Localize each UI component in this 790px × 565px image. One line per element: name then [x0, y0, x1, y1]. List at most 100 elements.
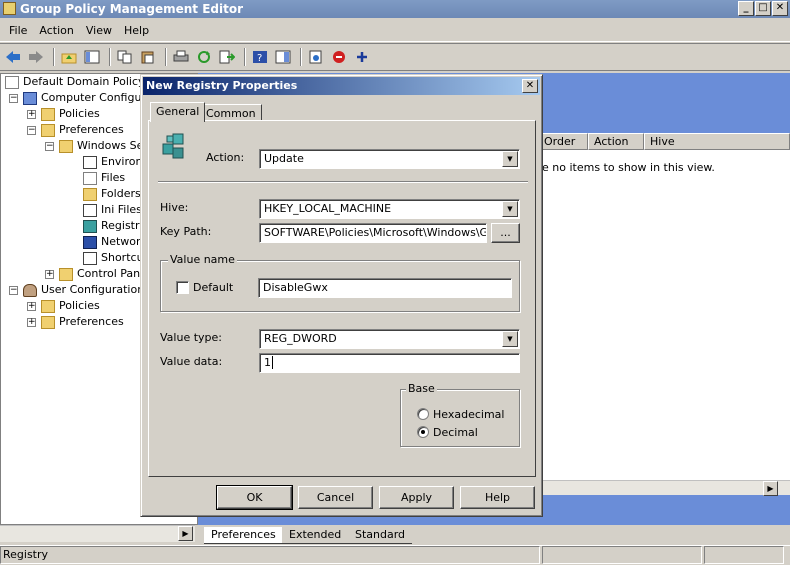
copy-icon[interactable] [115, 47, 135, 67]
dropdown-arrow-icon[interactable]: ▼ [502, 201, 518, 217]
list-view[interactable] [538, 133, 790, 495]
toolbar-separator [244, 48, 246, 66]
tree-node-files[interactable]: Files [83, 170, 125, 186]
dropdown-arrow-icon[interactable]: ▼ [502, 151, 518, 167]
add-icon[interactable] [352, 47, 372, 67]
refresh-icon[interactable] [194, 47, 214, 67]
collapse-toggle-icon[interactable]: − [27, 125, 36, 135]
decimal-radio[interactable] [417, 426, 429, 438]
cancel-button[interactable]: Cancel [298, 486, 373, 509]
help-icon[interactable]: ? [250, 47, 270, 67]
hexadecimal-label: Hexadecimal [433, 408, 505, 421]
tab-common[interactable]: Common [200, 104, 262, 121]
tree-node-user-preferences[interactable]: + Preferences [27, 314, 124, 330]
tree-node-network-shares[interactable]: Network [83, 234, 147, 250]
tree-node-user-configuration[interactable]: − User Configuration [9, 282, 144, 298]
tree-node-preferences[interactable]: − Preferences [27, 122, 124, 138]
tab-standard[interactable]: Standard [348, 527, 413, 544]
expand-toggle-icon[interactable]: + [27, 301, 36, 311]
empty-list-message: e no items to show in this view. [542, 161, 715, 174]
files-icon [83, 171, 97, 185]
tree-node-folders[interactable]: Folders [83, 186, 141, 202]
hive-dropdown[interactable]: HKEY_LOCAL_MACHINE ▼ [259, 199, 520, 219]
scroll-right-icon[interactable]: ▶ [178, 526, 193, 541]
browse-key-path-button[interactable]: ... [491, 223, 520, 243]
tree-label: Folders [101, 187, 141, 200]
user-icon [23, 283, 37, 297]
value-type-dropdown[interactable]: REG_DWORD ▼ [259, 329, 520, 349]
close-button[interactable]: ✕ [772, 1, 788, 16]
tree-node-registry[interactable]: Registry [83, 218, 146, 234]
svg-text:?: ? [257, 53, 262, 64]
menu-file[interactable]: File [3, 24, 33, 37]
hexadecimal-radio[interactable] [417, 408, 429, 420]
export-list-icon[interactable] [217, 47, 237, 67]
policy-scroll-icon [5, 75, 19, 89]
registry-icon [83, 219, 97, 233]
collapse-toggle-icon[interactable]: − [9, 93, 18, 103]
expand-toggle-icon[interactable]: + [27, 109, 36, 119]
menu-help[interactable]: Help [118, 24, 155, 37]
folder-icon [41, 315, 55, 329]
column-hive[interactable]: Hive [644, 133, 790, 150]
collapse-toggle-icon[interactable]: − [45, 141, 54, 151]
folder-icon [41, 107, 55, 121]
print-icon[interactable] [171, 47, 191, 67]
show-pane-icon[interactable] [273, 47, 293, 67]
toolbar-separator [300, 48, 302, 66]
forward-arrow-icon[interactable] [26, 47, 46, 67]
menu-action[interactable]: Action [33, 24, 79, 37]
tree-node-root[interactable]: Default Domain Policy [S [5, 74, 159, 90]
tree-label: Default Domain Policy [S [23, 75, 160, 88]
value-name-input[interactable]: DisableGwx [258, 278, 512, 298]
tree-node-computer-configuration[interactable]: − Computer Configura [9, 90, 153, 106]
paste-icon[interactable] [138, 47, 158, 67]
status-panel [704, 546, 784, 564]
help-button[interactable]: Help [460, 486, 535, 509]
new-registry-properties-dialog: New Registry Properties ✕ General Common… [140, 74, 543, 517]
tab-extended[interactable]: Extended [282, 527, 349, 544]
folder-icon [83, 187, 97, 201]
value-data-input[interactable]: 1 [259, 353, 520, 373]
tree-label: Computer Configura [41, 91, 153, 104]
column-order[interactable]: Order [538, 133, 588, 150]
minimize-button[interactable]: _ [738, 1, 754, 16]
dialog-close-button[interactable]: ✕ [522, 79, 538, 93]
tree-node-shortcuts[interactable]: Shortcut [83, 250, 148, 266]
column-action[interactable]: Action [588, 133, 644, 150]
maximize-button[interactable]: □ [755, 1, 771, 16]
tree-node-user-policies[interactable]: + Policies [27, 298, 100, 314]
back-arrow-icon[interactable] [3, 47, 23, 67]
tree-node-windows-settings[interactable]: − Windows Se [45, 138, 143, 154]
status-panel [542, 546, 702, 564]
tab-general[interactable]: General [150, 102, 206, 122]
value-data-text: 1 [264, 356, 271, 369]
value-type-label: Value type: [160, 331, 222, 344]
toolbar-separator [165, 48, 167, 66]
menu-view[interactable]: View [80, 24, 118, 37]
dropdown-arrow-icon[interactable]: ▼ [502, 331, 518, 347]
action-dropdown[interactable]: Update ▼ [259, 149, 520, 169]
tree-node-policies[interactable]: + Policies [27, 106, 100, 122]
show-hide-tree-icon[interactable] [82, 47, 102, 67]
tree-horizontal-scrollbar[interactable]: ▶ [0, 525, 195, 542]
base-group-title: Base [406, 382, 437, 395]
stop-icon[interactable] [329, 47, 349, 67]
up-folder-icon[interactable] [59, 47, 79, 67]
collapse-toggle-icon[interactable]: − [9, 285, 18, 295]
tab-preferences[interactable]: Preferences [204, 527, 283, 544]
window-titlebar: Group Policy Management Editor _ □ ✕ [0, 0, 790, 18]
tree-node-control-panel[interactable]: + Control Pane [45, 266, 147, 282]
apply-button[interactable]: Apply [379, 486, 454, 509]
ok-button[interactable]: OK [216, 485, 293, 510]
expand-toggle-icon[interactable]: + [45, 269, 54, 279]
default-checkbox[interactable] [176, 281, 189, 294]
list-horizontal-scrollbar[interactable]: ▶ [538, 480, 790, 496]
tree-node-ini-files[interactable]: Ini Files [83, 202, 142, 218]
properties-icon[interactable] [306, 47, 326, 67]
expand-toggle-icon[interactable]: + [27, 317, 36, 327]
tree-label: Policies [59, 299, 100, 312]
key-path-input[interactable]: SOFTWARE\Policies\Microsoft\Windows\GWX [259, 223, 487, 243]
scroll-right-icon[interactable]: ▶ [763, 481, 778, 496]
network-icon [83, 235, 97, 249]
